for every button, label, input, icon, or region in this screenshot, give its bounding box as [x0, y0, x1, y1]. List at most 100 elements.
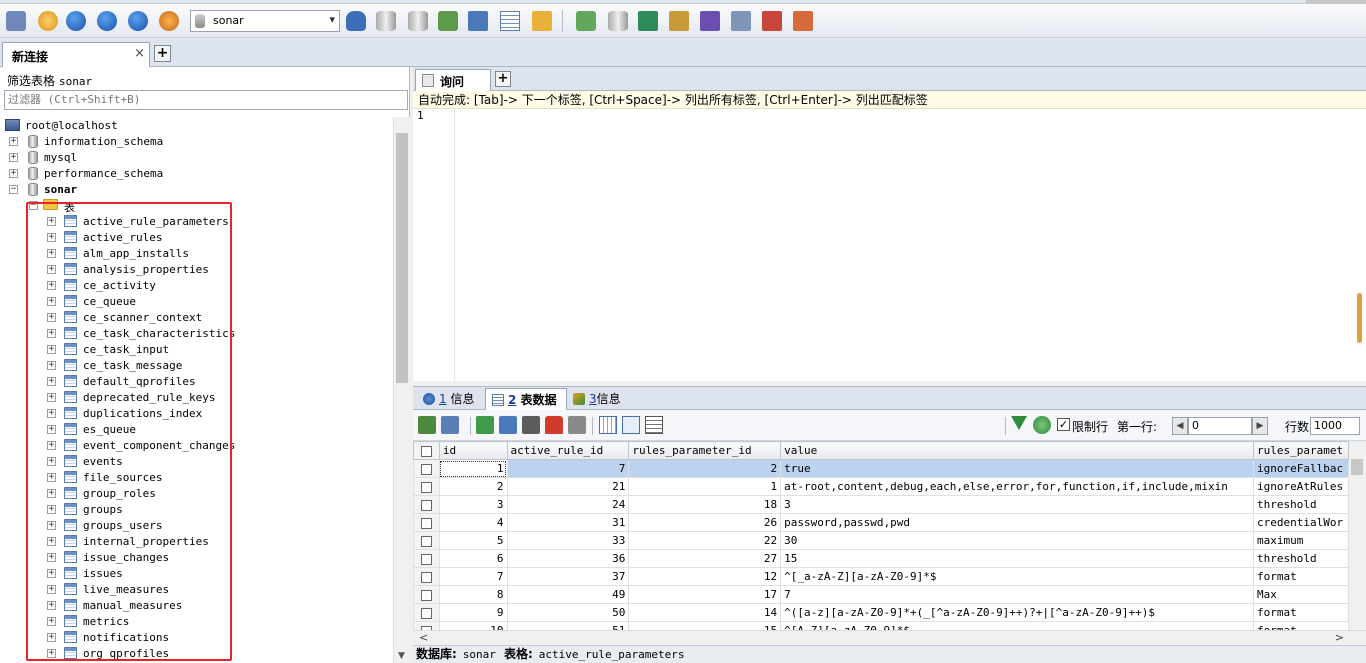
table-cell[interactable]: 26	[628, 513, 782, 532]
expand-icon[interactable]: +	[47, 505, 56, 514]
table-cell[interactable]: 51	[506, 621, 630, 630]
table-row[interactable]: 1 7 2 true ignoreFallbac	[413, 459, 1349, 478]
table-cell[interactable]: 31	[506, 513, 630, 532]
grid-horizontal-scrollbar[interactable]: < >	[413, 630, 1366, 645]
table-cell[interactable]: 2	[438, 477, 508, 496]
table-cell[interactable]: 49	[506, 585, 630, 604]
table-cell[interactable]: 22	[628, 531, 782, 550]
table-cell[interactable]: 7	[780, 585, 1254, 604]
expand-icon[interactable]: +	[47, 265, 56, 274]
expand-icon[interactable]: +	[47, 585, 56, 594]
grid-view-icon[interactable]	[599, 416, 617, 434]
tab-new-connection[interactable]: 新连接 ×	[2, 42, 150, 67]
tree-item-table[interactable]: + ce_task_characteristics	[0, 326, 390, 342]
table-cell[interactable]: maximum	[1252, 531, 1349, 550]
close-icon[interactable]: ×	[134, 46, 145, 61]
table-cell[interactable]: 30	[780, 531, 1254, 550]
table-cell[interactable]: 2	[628, 459, 782, 478]
add-row-icon[interactable]	[476, 416, 494, 434]
expand-icon[interactable]: +	[47, 409, 56, 418]
tree-item-server[interactable]: root@localhost	[0, 118, 390, 134]
table-cell[interactable]: ignoreAtRules	[1252, 477, 1349, 496]
sql-editor[interactable]: 1	[413, 109, 1353, 381]
first-row-input[interactable]: 0	[1188, 417, 1252, 435]
row-checkbox[interactable]	[413, 585, 440, 604]
row-checkbox[interactable]	[413, 495, 440, 514]
tree-scrollbar[interactable]: ▼	[393, 117, 410, 663]
filter-icon[interactable]	[1011, 416, 1027, 430]
table-cell[interactable]: password,passwd,pwd	[780, 513, 1254, 532]
table-cell[interactable]: 36	[506, 549, 630, 568]
table-cell[interactable]: ^[_a-zA-Z][a-zA-Z0-9]*$	[780, 567, 1254, 586]
scroll-left-icon[interactable]: <	[419, 631, 428, 644]
tree-item-database[interactable]: + performance_schema	[0, 166, 390, 182]
tree-item-table[interactable]: + ce_scanner_context	[0, 310, 390, 326]
tree-item-table[interactable]: + duplications_index	[0, 406, 390, 422]
column-header-rules-parameter-id[interactable]: rules_parameter_id	[628, 441, 782, 460]
table-row[interactable]: 8 49 17 7 Max	[413, 585, 1349, 604]
row-checkbox[interactable]	[413, 459, 440, 478]
compare-icon[interactable]	[636, 9, 660, 33]
tree-item-table[interactable]: + default_qprofiles	[0, 374, 390, 390]
stop-icon[interactable]	[157, 9, 181, 33]
table-cell[interactable]: Max	[1252, 585, 1349, 604]
table-cell[interactable]: 17	[628, 585, 782, 604]
column-header-value[interactable]: value	[780, 441, 1254, 460]
tree-item-table[interactable]: + event_component_changes	[0, 438, 390, 454]
tree-item-table[interactable]: + metrics	[0, 614, 390, 630]
form-view-icon[interactable]	[622, 416, 640, 434]
tree-item-table[interactable]: + groups	[0, 502, 390, 518]
table-cell[interactable]: 9	[438, 603, 508, 622]
row-checkbox[interactable]	[413, 513, 440, 532]
tree-item-table[interactable]: + file_sources	[0, 470, 390, 486]
tree-item-table[interactable]: + es_queue	[0, 422, 390, 438]
expand-icon[interactable]: +	[47, 601, 56, 610]
text-view-icon[interactable]	[645, 416, 663, 434]
expand-icon[interactable]: +	[47, 537, 56, 546]
tree-item-table[interactable]: + active_rules	[0, 230, 390, 246]
expand-icon[interactable]: +	[47, 297, 56, 306]
tree-item-table[interactable]: + issues	[0, 566, 390, 582]
expand-icon[interactable]: +	[47, 377, 56, 386]
table-cell[interactable]: 8	[438, 585, 508, 604]
refresh-icon[interactable]	[1033, 416, 1051, 434]
table-cell[interactable]: threshold	[1252, 549, 1349, 568]
schema-icon[interactable]	[530, 9, 554, 33]
tree-item-table[interactable]: + analysis_properties	[0, 262, 390, 278]
add-connection-tab-button[interactable]: +	[154, 45, 171, 62]
notification-icon[interactable]	[698, 9, 722, 33]
tab-query[interactable]: 询问	[415, 69, 491, 91]
insert-row-icon[interactable]	[418, 416, 436, 434]
cancel-changes-icon[interactable]	[568, 416, 586, 434]
expand-icon[interactable]: +	[47, 521, 56, 530]
db-sync-icon[interactable]	[606, 9, 630, 33]
row-checkbox[interactable]	[413, 603, 440, 622]
table-cell[interactable]: 15	[780, 549, 1254, 568]
query-builder-icon[interactable]	[791, 9, 815, 33]
tab-info[interactable]: 3信息	[567, 388, 637, 410]
expand-icon[interactable]: +	[47, 313, 56, 322]
tree-item-table[interactable]: + live_measures	[0, 582, 390, 598]
scroll-right-icon[interactable]: >	[1335, 631, 1344, 644]
tree-item-table[interactable]: + internal_properties	[0, 534, 390, 550]
collapse-icon[interactable]: −	[29, 201, 38, 210]
expand-icon[interactable]: +	[47, 425, 56, 434]
save-icon[interactable]	[522, 416, 540, 434]
table-cell[interactable]: 37	[506, 567, 630, 586]
table-cell[interactable]: threshold	[1252, 495, 1349, 514]
table-cell[interactable]: true	[780, 459, 1254, 478]
export-icon[interactable]	[466, 9, 490, 33]
add-query-tab-button[interactable]: +	[495, 71, 511, 87]
scroll-down-icon[interactable]: ▼	[398, 651, 405, 661]
table-cell[interactable]: 4	[438, 513, 508, 532]
expand-icon[interactable]: +	[47, 457, 56, 466]
sql-template-icon[interactable]	[574, 9, 598, 33]
table-cell[interactable]: 24	[506, 495, 630, 514]
tree-item-table[interactable]: + ce_task_input	[0, 342, 390, 358]
editor-scrollbar[interactable]	[1353, 109, 1366, 381]
table-cell[interactable]: 18	[628, 495, 782, 514]
table-cell[interactable]: 1	[628, 477, 782, 496]
limit-rows-checkbox[interactable]: ✓	[1057, 418, 1070, 431]
expand-icon[interactable]: +	[47, 249, 56, 258]
table-cell[interactable]: 15	[628, 621, 782, 630]
